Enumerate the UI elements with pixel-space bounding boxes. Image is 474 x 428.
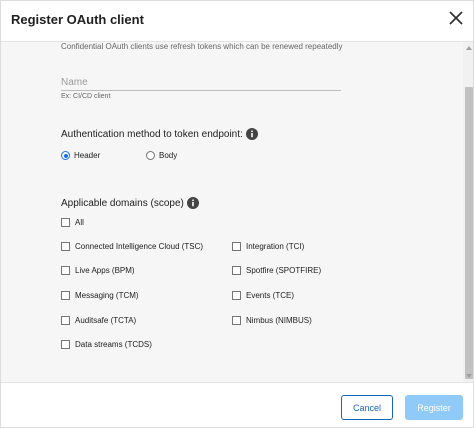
domain-label: Data streams (TCDS) <box>75 340 152 349</box>
dialog-body: Confidential OAuth clients use refresh t… <box>1 42 463 382</box>
auth-option-body[interactable]: Body <box>146 151 177 160</box>
scroll-up-arrow-icon[interactable] <box>466 46 472 50</box>
close-icon[interactable] <box>445 7 467 29</box>
auth-method-label: Authentication method to token endpoint: <box>61 128 243 140</box>
name-input[interactable] <box>61 74 341 91</box>
tce-checkbox[interactable] <box>232 291 241 300</box>
scroll-down-arrow-icon[interactable] <box>466 374 472 378</box>
domain-tsc[interactable]: Connected Intelligence Cloud (TSC) <box>61 242 203 251</box>
domains-heading: Applicable domains (scope) <box>61 197 199 209</box>
domain-label: Auditsafe (TCTA) <box>75 316 137 325</box>
all-checkbox[interactable] <box>61 218 70 227</box>
register-oauth-client-dialog: Register OAuth client Confidential OAuth… <box>0 0 474 428</box>
tci-checkbox[interactable] <box>232 242 241 251</box>
domain-tcta[interactable]: Auditsafe (TCTA) <box>61 316 136 325</box>
info-icon[interactable] <box>245 128 258 140</box>
auth-method-heading: Authentication method to token endpoint: <box>61 128 258 140</box>
domains-label: Applicable domains (scope) <box>61 197 184 209</box>
domain-nimbus[interactable]: Nimbus (NIMBUS) <box>232 316 312 325</box>
body-radio-label: Body <box>159 151 178 160</box>
header-radio-label: Header <box>74 151 101 160</box>
header-radio[interactable] <box>61 151 70 160</box>
all-label: All <box>75 218 84 227</box>
body-radio[interactable] <box>146 151 155 160</box>
dialog-title: Register OAuth client <box>11 12 144 27</box>
domain-tci[interactable]: Integration (TCI) <box>232 242 304 251</box>
domain-label: Live Apps (BPM) <box>75 266 135 275</box>
domain-label: Connected Intelligence Cloud (TSC) <box>75 242 204 251</box>
domain-label: Integration (TCI) <box>246 242 305 251</box>
name-hint: Ex: CI/CD client <box>61 93 111 100</box>
domain-label: Events (TCE) <box>246 291 295 300</box>
domain-tce[interactable]: Events (TCE) <box>232 291 294 300</box>
tcm-checkbox[interactable] <box>61 291 70 300</box>
domain-bpm[interactable]: Live Apps (BPM) <box>61 266 135 275</box>
domain-tcds[interactable]: Data streams (TCDS) <box>61 340 152 349</box>
auth-option-header[interactable]: Header <box>61 151 100 160</box>
spotfire-checkbox[interactable] <box>232 266 241 275</box>
domain-tcm[interactable]: Messaging (TCM) <box>61 291 139 300</box>
scrollbar-thumb[interactable] <box>465 87 473 379</box>
info-icon[interactable] <box>186 197 199 209</box>
domain-label: Messaging (TCM) <box>75 291 139 300</box>
dialog-footer: Cancel Register <box>1 382 473 427</box>
tcta-checkbox[interactable] <box>61 316 70 325</box>
cancel-button[interactable]: Cancel <box>341 395 393 420</box>
tcds-checkbox[interactable] <box>61 340 70 349</box>
tsc-checkbox[interactable] <box>61 242 70 251</box>
domain-spotfire[interactable]: Spotfire (SPOTFIRE) <box>232 266 321 275</box>
nimbus-checkbox[interactable] <box>232 316 241 325</box>
domain-label: Nimbus (NIMBUS) <box>246 316 312 325</box>
dialog-header: Register OAuth client <box>1 1 473 42</box>
client-description: Confidential OAuth clients use refresh t… <box>61 42 343 51</box>
domain-all[interactable]: All <box>61 218 84 227</box>
domain-label: Spotfire (SPOTFIRE) <box>246 266 322 275</box>
vertical-scrollbar[interactable] <box>463 42 473 382</box>
register-button[interactable]: Register <box>405 395 463 420</box>
bpm-checkbox[interactable] <box>61 266 70 275</box>
